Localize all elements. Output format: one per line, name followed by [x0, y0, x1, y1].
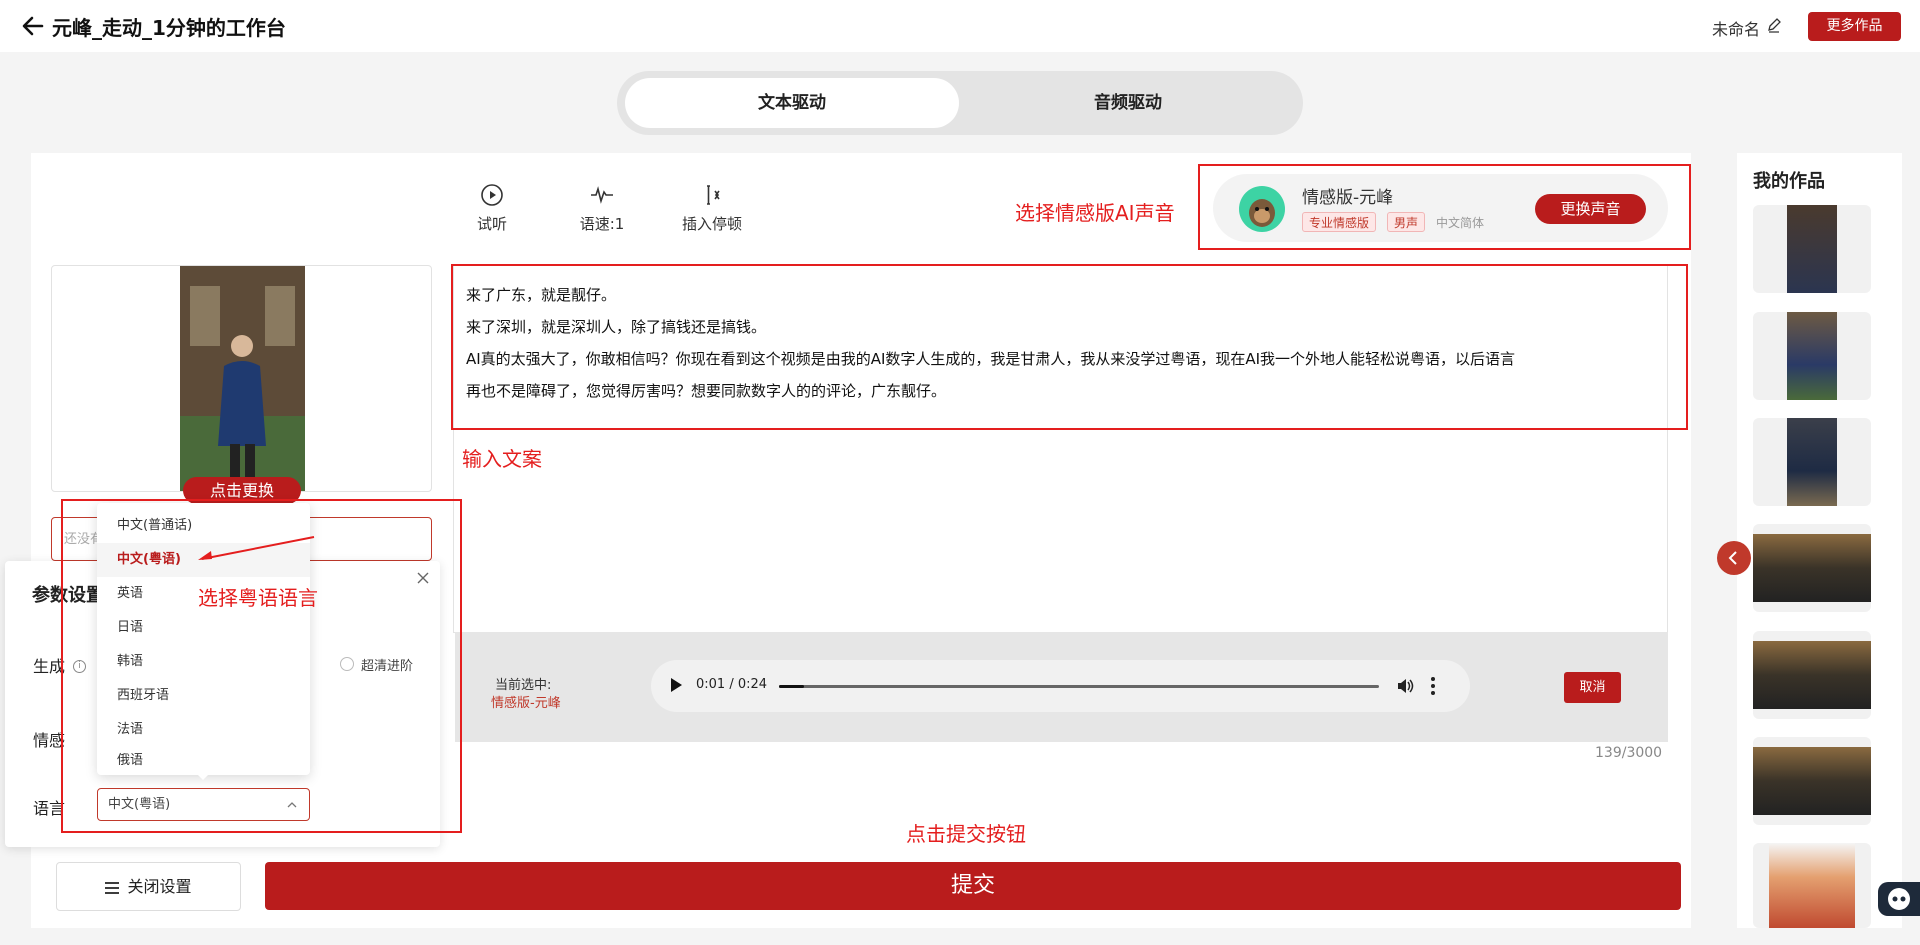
text-cursor-icon: [707, 185, 720, 205]
speed-tool[interactable]: 语速:1: [557, 183, 647, 234]
more-works-button[interactable]: 更多作品: [1808, 12, 1901, 41]
more-options-icon[interactable]: [1429, 675, 1437, 697]
annotation-script: 输入文案: [462, 447, 542, 471]
audio-progress-track[interactable]: [779, 685, 1379, 688]
mode-tabs: 文本驱动 音频驱动: [617, 71, 1303, 135]
cancel-button[interactable]: 取消: [1564, 672, 1621, 703]
assistant-button[interactable]: [1878, 882, 1920, 916]
waveform-icon: [591, 186, 613, 204]
menu-icon: [105, 881, 120, 894]
char-count: 139/3000: [1595, 745, 1663, 761]
work-card[interactable]: [1753, 205, 1871, 293]
submit-button[interactable]: 提交: [265, 862, 1681, 910]
tab-audio-drive[interactable]: 音频驱动: [961, 78, 1295, 128]
current-selected-value: 情感版-元峰: [491, 696, 561, 711]
my-works-panel: 我的作品: [1737, 153, 1902, 928]
pause-label: 插入停顿: [681, 215, 742, 233]
work-card[interactable]: [1753, 631, 1871, 719]
play-icon[interactable]: [671, 678, 682, 692]
work-card[interactable]: [1753, 312, 1871, 400]
audio-progress-fill: [779, 685, 805, 688]
annotation-voice: 选择情感版AI声音: [1015, 201, 1175, 225]
close-settings-label: 关闭设置: [127, 877, 192, 896]
annotation-box-voice: [1198, 164, 1691, 250]
avatar-image: [180, 266, 305, 491]
chevron-left-icon: [1728, 551, 1737, 565]
pause-tool[interactable]: 插入停顿: [667, 183, 757, 234]
audio-player: 0:01 / 0:24: [651, 660, 1470, 712]
current-selected-label: 当前选中:: [495, 678, 552, 693]
works-title: 我的作品: [1753, 171, 1825, 192]
work-card[interactable]: [1753, 843, 1871, 928]
tab-text-drive[interactable]: 文本驱动: [625, 78, 959, 128]
play-circle-icon: [481, 184, 503, 206]
annotation-arrow-icon: [198, 536, 315, 560]
volume-icon[interactable]: [1396, 677, 1414, 695]
project-name[interactable]: 未命名: [1712, 16, 1760, 40]
annotation-language: 选择粤语语言: [198, 586, 318, 610]
back-arrow-icon[interactable]: [20, 13, 46, 39]
work-card[interactable]: [1753, 418, 1871, 506]
listen-label: 试听: [476, 215, 507, 233]
page-title: 元峰_走动_1分钟的工作台: [52, 16, 286, 40]
work-card[interactable]: [1753, 524, 1871, 612]
audio-time: 0:01 / 0:24: [696, 677, 768, 692]
speed-label: 语速:1: [579, 215, 625, 233]
annotation-submit: 点击提交按钮: [906, 822, 1026, 846]
collapse-works-button[interactable]: [1717, 541, 1751, 575]
work-card[interactable]: [1753, 737, 1871, 825]
edit-icon[interactable]: [1766, 17, 1782, 33]
robot-icon: [1888, 888, 1910, 910]
top-bar: 元峰_走动_1分钟的工作台 未命名 更多作品: [0, 0, 1920, 52]
annotation-box-script: [451, 264, 1688, 430]
close-settings-button[interactable]: 关闭设置: [56, 862, 241, 911]
listen-tool[interactable]: 试听: [447, 183, 537, 234]
voice-preview-strip: 当前选中: 情感版-元峰 0:01 / 0:24 取消: [455, 632, 1668, 742]
